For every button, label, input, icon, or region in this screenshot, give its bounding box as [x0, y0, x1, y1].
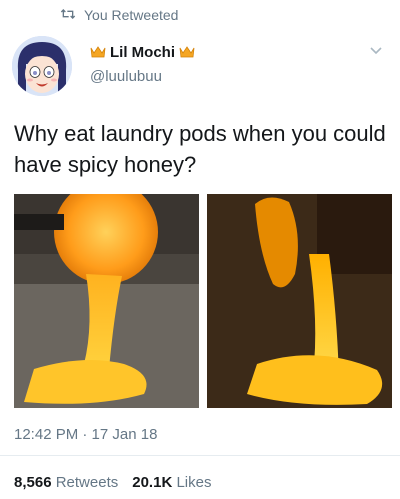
likes-count: 20.1K: [132, 474, 173, 491]
tweet-timestamp[interactable]: 12:42 PM · 17 Jan 18: [14, 426, 157, 443]
author-names: Lil Mochi @luulubuu: [90, 42, 195, 85]
divider: [0, 455, 400, 456]
tweet-text: Why eat laundry pods when you could have…: [14, 121, 386, 177]
media-image-left[interactable]: [14, 194, 199, 408]
retweet-context: You Retweeted: [60, 6, 178, 24]
avatar[interactable]: [12, 36, 72, 96]
likes-label: Likes: [176, 474, 212, 491]
tweet-stats: 8,566 Retweets 20.1K Likes: [14, 474, 211, 491]
retweets-stat[interactable]: 8,566 Retweets: [14, 474, 118, 491]
author-handle[interactable]: @luulubuu: [90, 68, 195, 85]
crown-icon: [90, 44, 106, 60]
chevron-down-icon[interactable]: [368, 42, 384, 58]
author-display-name-row[interactable]: Lil Mochi: [90, 42, 195, 62]
media-image-right[interactable]: [207, 194, 392, 408]
author-display-name: Lil Mochi: [110, 43, 175, 61]
retweets-count: 8,566: [14, 474, 52, 491]
retweets-label: Retweets: [55, 474, 119, 491]
retweet-icon: [60, 7, 76, 24]
crown-icon: [179, 44, 195, 60]
likes-stat[interactable]: 20.1K Likes: [132, 474, 211, 491]
retweet-context-text: You Retweeted: [84, 7, 179, 23]
tweet-header: Lil Mochi @luulubuu: [12, 36, 388, 100]
tweet-media: [14, 194, 392, 408]
